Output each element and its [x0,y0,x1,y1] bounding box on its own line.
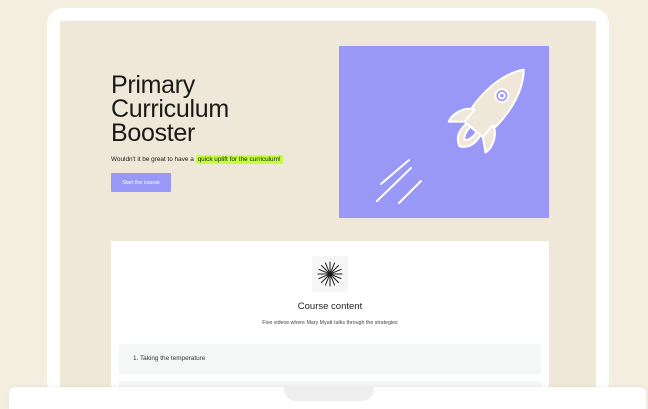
course-content-subtitle: Five videos where Mary Myatt talks throu… [262,320,398,326]
tagline-text: Wouldn't it be great to have a [111,156,196,163]
laptop-screen: Primary Curriculum Booster Wouldn't it b… [60,21,596,391]
tagline-highlight: quick uplift for the curriculum! [195,155,283,164]
start-course-button[interactable]: Start the course [111,173,171,192]
lesson-item-1[interactable]: 1. Taking the temperature [119,344,541,374]
title-line-2: Curriculum [111,95,229,123]
hero-image [339,46,549,218]
laptop-notch [284,387,374,401]
hero-tagline: Wouldn't it be great to have a quick upl… [111,155,283,164]
course-content-card: Course content Five videos where Mary My… [111,241,549,391]
title-line-3: Booster [111,119,196,147]
burst-icon [312,256,348,292]
rocket-icon [376,68,525,204]
page-title: Primary Curriculum Booster [111,71,229,147]
title-line-1: Primary [111,71,196,99]
course-content-title: Course content [297,301,363,312]
